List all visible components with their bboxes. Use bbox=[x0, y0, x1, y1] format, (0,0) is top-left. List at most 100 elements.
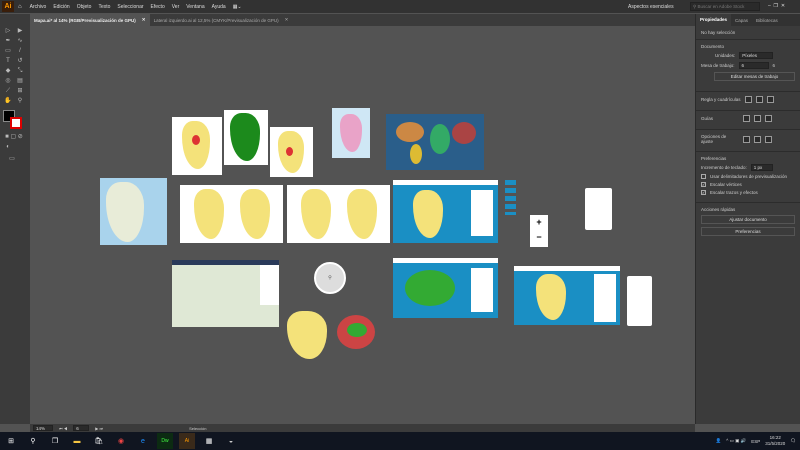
canvas[interactable]: + − ⚲ bbox=[30, 27, 695, 424]
selection-tool-icon[interactable]: ▷ bbox=[4, 28, 12, 35]
edge-icon[interactable]: e bbox=[135, 433, 151, 449]
preferences-button[interactable]: Preferencias bbox=[701, 227, 795, 236]
artboard-map-green[interactable] bbox=[224, 110, 268, 165]
lock-guides-icon[interactable] bbox=[754, 115, 761, 122]
screen-mode-icon[interactable]: ▭ bbox=[8, 156, 16, 163]
brush-tool-icon[interactable]: / bbox=[16, 48, 24, 55]
window-controls[interactable]: – ❐ ✕ bbox=[768, 3, 785, 9]
chrome-icon[interactable]: ◉ bbox=[113, 433, 129, 449]
menu-objeto[interactable]: Objeto bbox=[77, 4, 92, 10]
artboard-swatches[interactable] bbox=[505, 180, 516, 215]
artboard-map-1[interactable] bbox=[172, 117, 222, 175]
artboard-zoom-buttons[interactable]: + − bbox=[530, 215, 548, 247]
task-view-icon[interactable]: ❐ bbox=[47, 433, 63, 449]
artboard-double-map-1[interactable] bbox=[180, 185, 283, 243]
eyedropper-tool-icon[interactable]: ⟋ bbox=[4, 88, 12, 95]
stroke-swatch[interactable] bbox=[10, 117, 22, 129]
tab-bibliotecas[interactable]: Bibliotecas bbox=[752, 18, 782, 23]
show-guides-icon[interactable] bbox=[743, 115, 750, 122]
artboard-double-map-2[interactable] bbox=[287, 185, 390, 243]
grid-icon[interactable] bbox=[755, 96, 763, 103]
windows-start-icon[interactable]: ⊞ bbox=[3, 433, 19, 449]
menu-edicion[interactable]: Edición bbox=[53, 4, 69, 10]
rectangle-tool-icon[interactable]: ▭ bbox=[4, 48, 12, 55]
current-tool-status[interactable]: Selección bbox=[189, 426, 206, 431]
type-tool-icon[interactable]: T bbox=[4, 58, 12, 65]
dreamweaver-icon[interactable]: Dw bbox=[157, 433, 173, 449]
menu-ventana[interactable]: Ventana bbox=[186, 4, 204, 10]
zoom-tool-icon[interactable]: ⚲ bbox=[16, 98, 24, 105]
preview-bounds-checkbox[interactable] bbox=[701, 174, 706, 179]
keyboard-increment-input[interactable]: 1 px bbox=[750, 164, 773, 171]
artboard-satellite-map[interactable] bbox=[100, 178, 167, 245]
rulers-icon[interactable] bbox=[744, 96, 752, 103]
tab-capas[interactable]: Capas bbox=[731, 18, 752, 23]
artboard-blank-panel[interactable] bbox=[627, 276, 652, 326]
menu-ayuda[interactable]: Ayuda bbox=[212, 4, 226, 10]
scale-corners-checkbox[interactable]: ✓ bbox=[701, 182, 706, 187]
artboard-tool-icon[interactable]: ⊞ bbox=[16, 88, 24, 95]
hand-tool-icon[interactable]: ✋ bbox=[4, 98, 12, 105]
snap-pixel-icon[interactable] bbox=[765, 135, 772, 143]
menu-seleccionar[interactable]: Seleccionar bbox=[117, 4, 143, 10]
tab-propiedades[interactable]: Propiedades bbox=[696, 14, 732, 26]
pen-tool-icon[interactable]: ✒ bbox=[4, 38, 12, 45]
fit-document-button[interactable]: Ajustar documento bbox=[701, 215, 795, 224]
draw-mode-icon[interactable]: ◐ bbox=[4, 144, 12, 151]
close-icon[interactable]: ✕ bbox=[142, 17, 146, 23]
color-mode-icons[interactable]: ■ ▢ ⊘ bbox=[3, 134, 25, 141]
calculator-icon[interactable]: ▦ bbox=[201, 433, 217, 449]
arrange-documents-icon[interactable]: ▦⌄ bbox=[233, 4, 242, 10]
tab-lateral-izquierdo[interactable]: Lateral izquierdo.ai al 12,5% (CMYK/Prev… bbox=[150, 14, 293, 26]
smart-guides-icon[interactable] bbox=[765, 115, 772, 122]
people-icon[interactable]: 👤 bbox=[716, 438, 722, 444]
file-explorer-icon[interactable]: ▬ bbox=[69, 433, 85, 449]
artboard-world-map[interactable] bbox=[386, 114, 484, 170]
search-icon[interactable]: ⚲ bbox=[25, 433, 41, 449]
menu-archivo[interactable]: Archivo bbox=[30, 4, 47, 10]
menu-texto[interactable]: Texto bbox=[98, 4, 110, 10]
artboard-select[interactable]: 6 bbox=[738, 62, 769, 69]
app-icon[interactable]: ◒ bbox=[223, 433, 239, 449]
workspace-switcher[interactable]: Aspectos esenciales bbox=[628, 4, 674, 10]
rotate-tool-icon[interactable]: ↺ bbox=[16, 58, 24, 65]
artboard-blue-map-3[interactable] bbox=[514, 266, 620, 325]
direct-selection-tool-icon[interactable]: ▶ bbox=[16, 28, 24, 35]
notifications-icon[interactable]: 🗨 bbox=[790, 438, 796, 444]
artboard-blue-map-2[interactable] bbox=[393, 258, 498, 318]
units-select[interactable]: Píxeles bbox=[739, 52, 774, 59]
artboard-legend[interactable] bbox=[585, 188, 612, 230]
gradient-tool-icon[interactable]: ▤ bbox=[16, 78, 24, 85]
artboard-web-map[interactable] bbox=[172, 260, 279, 327]
tab-mapa[interactable]: Mapa.ai* al 14% (RGB/Previsualización de… bbox=[30, 14, 150, 26]
selection-status: No hay selección bbox=[701, 30, 736, 35]
illustrator-taskbar-icon[interactable]: Ai bbox=[179, 433, 195, 449]
snap-grid-icon[interactable] bbox=[754, 135, 761, 143]
artboard-blue-map-1[interactable] bbox=[393, 180, 498, 243]
tray-icons[interactable]: ^ ▭ ▣ 🔊 bbox=[726, 438, 746, 444]
artboard-map-3[interactable] bbox=[270, 127, 313, 177]
shape-builder-icon[interactable]: ◎ bbox=[4, 78, 12, 85]
zoom-select[interactable]: 14% bbox=[33, 425, 53, 431]
snap-point-icon[interactable] bbox=[743, 135, 750, 143]
home-icon[interactable]: ⌂ bbox=[18, 4, 22, 10]
menu-ver[interactable]: Ver bbox=[172, 4, 180, 10]
scale-strokes-checkbox[interactable]: ✓ bbox=[701, 190, 706, 195]
scale-tool-icon[interactable]: ⤡ bbox=[16, 68, 24, 75]
artboard-nav-next[interactable]: ▶ ⏭ bbox=[95, 426, 103, 431]
artboard-political-map[interactable] bbox=[332, 108, 370, 158]
menu-efecto[interactable]: Efecto bbox=[151, 4, 165, 10]
language-indicator[interactable]: ESP bbox=[751, 439, 760, 444]
transparency-grid-icon[interactable] bbox=[766, 96, 774, 103]
close-icon[interactable]: ✕ bbox=[285, 17, 289, 23]
stock-search-input[interactable]: ⚲ Buscar en Adobe Stock bbox=[690, 2, 760, 11]
artboard-ecuador-maps[interactable] bbox=[287, 309, 380, 361]
eraser-tool-icon[interactable]: ◆ bbox=[4, 68, 12, 75]
artboard-logo[interactable]: ⚲ bbox=[314, 262, 346, 294]
artboard-nav-prev[interactable]: ⏮ ◀ bbox=[59, 426, 67, 431]
store-icon[interactable]: 🛍 bbox=[91, 433, 107, 449]
curvature-tool-icon[interactable]: ∿ bbox=[16, 38, 24, 45]
edit-artboards-button[interactable]: Editar mesas de trabajo bbox=[714, 72, 795, 81]
artboard-nav-input[interactable]: 6 bbox=[73, 425, 90, 431]
clock[interactable]: 16:22 31/5/2020 bbox=[765, 435, 785, 447]
